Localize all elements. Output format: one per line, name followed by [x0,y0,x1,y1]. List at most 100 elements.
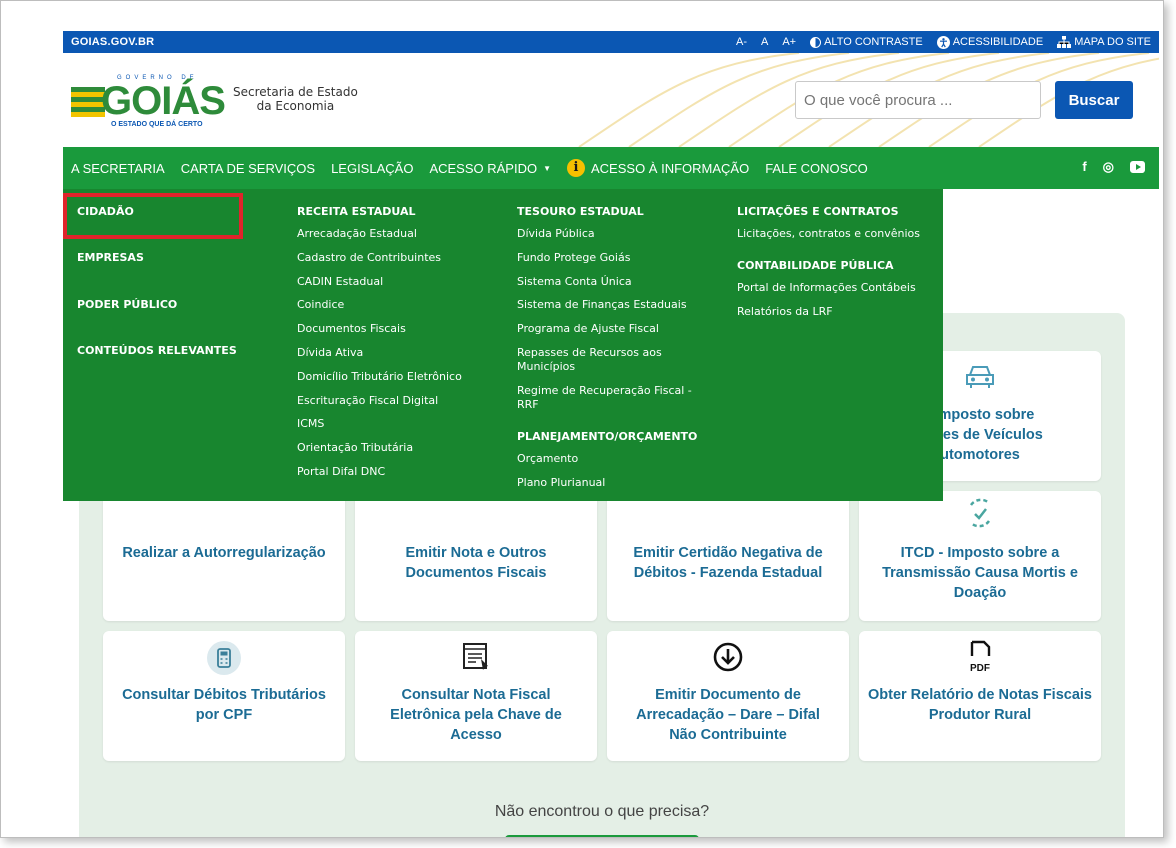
nav-carta-de-servicos[interactable]: CARTA DE SERVIÇOS [181,161,315,176]
tesouro-link[interactable]: Dívida Pública [517,227,713,241]
mega-empresas[interactable]: EMPRESAS [77,251,237,265]
nav-acesso-rapido[interactable]: ACESSO RÁPIDO ▼ [429,161,551,176]
info-icon: i [567,159,585,177]
planejamento-link[interactable]: Plano Plurianual [517,476,713,490]
card-itcd[interactable]: ITCD - Imposto sobre a Transmissão Causa… [859,491,1101,621]
invoice-icon [463,643,488,670]
goias-gov-link[interactable]: GOIAS.GOV.BR [71,36,736,48]
receita-link[interactable]: Documentos Fiscais [297,322,497,336]
top-utility-bar: GOIAS.GOV.BR A- A A+ ALTO CONTRASTE ACES… [63,31,1159,53]
instagram-icon[interactable]: ◎ [1103,159,1114,175]
not-found-text: Não encontrou o que precisa? [494,803,710,820]
highlight-box [63,193,243,239]
receita-link[interactable]: Domicílio Tributário Eletrônico [297,370,497,384]
search-button[interactable]: Buscar [1055,81,1133,119]
font-increase-button[interactable]: A+ [782,36,796,48]
nav-a-secretaria[interactable]: A SECRETARIA [71,161,165,176]
site-header: GOVERNO DE GOIÁS O ESTADO QUE DÁ CERTO S… [63,53,1159,147]
tesouro-heading[interactable]: TESOURO ESTADUAL [517,205,713,219]
contabilidade-link[interactable]: Relatórios da LRF [737,305,937,319]
tesouro-link[interactable]: Sistema Conta Única [517,275,713,289]
font-normal-button[interactable]: A [761,36,768,48]
search-input[interactable] [795,81,1041,119]
receita-link[interactable]: CADIN Estadual [297,275,497,289]
card-autorregularizacao-label: Realizar a Autorregularização [122,545,326,561]
download-icon [713,642,743,672]
accessibility-button[interactable]: ACESSIBILIDADE [936,35,1044,49]
caret-down-icon: ▼ [543,163,551,173]
browser-frame: GOIAS.GOV.BR A- A A+ ALTO CONTRASTE ACES… [0,0,1164,838]
card-autorregularizacao[interactable]: Realizar a Autorregularização [103,491,345,621]
sitemap-label: MAPA DO SITE [1074,36,1151,48]
receita-link[interactable]: Coindice [297,298,497,312]
tesouro-link[interactable]: Sistema de Finanças Estaduais [517,298,713,312]
secretaria-line2: da Economia [256,99,335,113]
receita-link[interactable]: Portal Difal DNC [297,465,497,479]
mega-licitacoes-column: LICITAÇÕES E CONTRATOS Licitações, contr… [737,205,937,329]
goias-logo[interactable]: GOVERNO DE GOIÁS O ESTADO QUE DÁ CERTO [71,75,226,131]
receita-link[interactable]: Cadastro de Contribuintes [297,251,497,265]
nav-acesso-informacao[interactable]: i ACESSO À INFORMAÇÃO [567,159,749,177]
card-certidao-negativa-label: Emitir Certidão Negativa de Débitos - Fa… [633,545,823,581]
card-emitir-nota[interactable]: Emitir Nota e Outros Documentos Fiscais [355,491,597,621]
car-icon [966,366,994,388]
card-dare-label: Emitir Documento de Arrecadação – Dare –… [636,687,820,743]
accessibility-tools: A- A A+ ALTO CONTRASTE ACESSIBILIDADE MA… [736,35,1151,49]
card-emitir-nota-label: Emitir Nota e Outros Documentos Fiscais [405,545,547,581]
receita-link[interactable]: Orientação Tributária [297,441,497,455]
font-decrease-button[interactable]: A- [736,36,747,48]
contact-button[interactable] [505,835,699,837]
secretaria-name: Secretaria de Estado da Economia [233,85,358,113]
page: GOIAS.GOV.BR A- A A+ ALTO CONTRASTE ACES… [63,31,1159,837]
receita-link[interactable]: Dívida Ativa [297,346,497,360]
mega-receita-column: RECEITA ESTADUAL Arrecadação Estadual Ca… [297,205,497,489]
card-nota-chave[interactable]: Consultar Nota Fiscal Eletrônica pela Ch… [355,631,597,761]
card-relatorio-produtor-label: Obter Relatório de Notas Fiscais Produto… [867,687,1092,723]
card-dare[interactable]: Emitir Documento de Arrecadação – Dare –… [607,631,849,761]
card-relatorio-produtor[interactable]: PDF Obter Relatório de Notas Fiscais Pro… [859,631,1101,761]
contabilidade-heading[interactable]: CONTABILIDADE PÚBLICA [737,259,937,273]
main-nav: A SECRETARIA CARTA DE SERVIÇOS LEGISLAÇÃ… [63,147,1159,189]
card-nota-chave-label: Consultar Nota Fiscal Eletrônica pela Ch… [390,687,562,743]
tesouro-link[interactable]: Programa de Ajuste Fiscal [517,322,713,336]
social-links: f ◎ [1082,159,1145,175]
contrast-icon [810,36,822,48]
receita-link[interactable]: Arrecadação Estadual [297,227,497,241]
sitemap-button[interactable]: MAPA DO SITE [1057,36,1151,48]
card-debitos-cpf[interactable]: Consultar Débitos Tributários por CPF [103,631,345,761]
receita-link[interactable]: Escrituração Fiscal Digital [297,394,497,408]
nav-legislacao[interactable]: LEGISLAÇÃO [331,161,413,176]
sitemap-icon [1057,36,1072,48]
nav-fale-conosco[interactable]: FALE CONOSCO [765,161,868,176]
high-contrast-button[interactable]: ALTO CONTRASTE [810,36,923,48]
contabilidade-link[interactable]: Portal de Informações Contábeis [737,281,937,295]
card-debitos-cpf-label: Consultar Débitos Tributários por CPF [122,687,326,723]
receita-heading[interactable]: RECEITA ESTADUAL [297,205,497,219]
mega-tesouro-column: TESOURO ESTADUAL Dívida Pública Fundo Pr… [517,205,713,499]
tesouro-link[interactable]: Fundo Protege Goiás [517,251,713,265]
mega-conteudos-relevantes[interactable]: CONTEÚDOS RELEVANTES [77,344,237,358]
licitacoes-link[interactable]: Licitações, contratos e convênios [737,227,937,241]
mega-poder-publico[interactable]: PODER PÚBLICO [77,298,237,312]
youtube-icon[interactable] [1130,161,1145,173]
accessibility-label: ACESSIBILIDADE [952,36,1044,48]
mega-menu: CIDADÃO EMPRESAS PODER PÚBLICO CONTEÚDOS… [63,189,943,501]
high-contrast-label: ALTO CONTRASTE [824,36,923,48]
facebook-icon[interactable]: f [1082,159,1086,175]
nav-acesso-rapido-label: ACESSO RÁPIDO [429,160,538,176]
secretaria-line1: Secretaria de Estado [233,85,358,99]
pdf-label: PDF [970,663,990,674]
logo-goias-text: GOIÁS [101,79,226,123]
calculator-icon [207,641,241,675]
card-certidao-negativa[interactable]: Emitir Certidão Negativa de Débitos - Fa… [607,491,849,621]
tesouro-link[interactable]: Regime de Recuperação Fiscal - RRF [517,384,707,412]
logo-tagline: O ESTADO QUE DÁ CERTO [111,121,203,128]
card-itcd-label: ITCD - Imposto sobre a Transmissão Causa… [882,545,1078,601]
flag-emblem [71,87,105,117]
planejamento-heading[interactable]: PLANEJAMENTO/ORÇAMENTO [517,430,713,444]
licitacoes-heading[interactable]: LICITAÇÕES E CONTRATOS [737,205,937,219]
receita-link[interactable]: ICMS [297,417,497,431]
planejamento-link[interactable]: Orçamento [517,452,713,466]
tesouro-link[interactable]: Repasses de Recursos aos Municípios [517,346,707,374]
refresh-check-icon [969,498,991,528]
